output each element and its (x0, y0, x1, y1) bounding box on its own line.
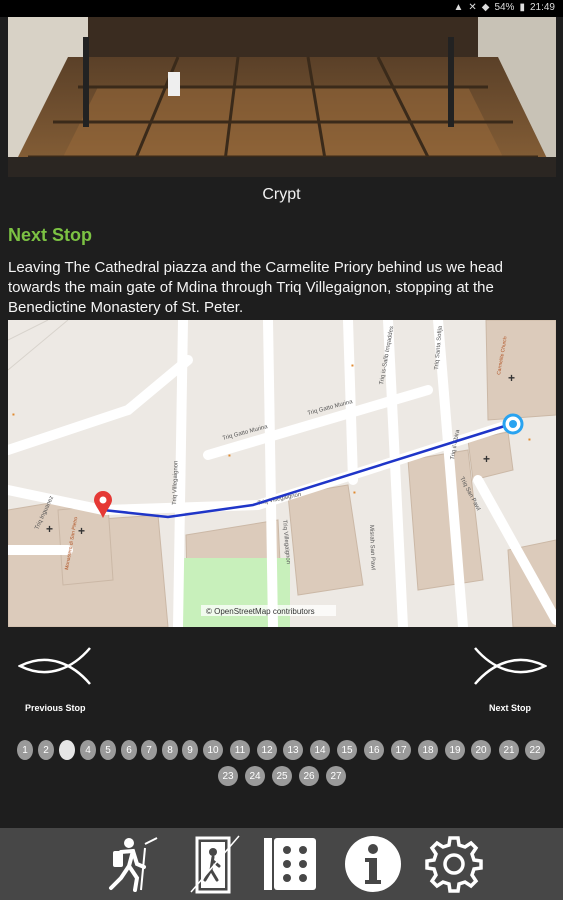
battery-icon: ▮ (519, 2, 525, 13)
stop-dot-24[interactable]: 24 (245, 766, 265, 786)
stop-dot-26[interactable]: 26 (299, 766, 319, 786)
grid-dots-icon[interactable] (259, 834, 321, 894)
stop-dot-23[interactable]: 23 (218, 766, 238, 786)
stop-dot-6[interactable]: 6 (121, 740, 137, 760)
svg-text:+: + (508, 371, 515, 385)
next-stop-heading: Next Stop (8, 225, 93, 245)
stop-dot-4[interactable]: 4 (80, 740, 96, 760)
clock: 21:49 (529, 2, 555, 13)
wifi-icon: ◆ (481, 2, 490, 13)
door-exit-icon[interactable] (182, 834, 244, 894)
previous-stop-label[interactable]: Previous Stop (25, 703, 86, 713)
stop-dot-13[interactable]: 13 (283, 740, 303, 760)
svg-text:▪: ▪ (228, 451, 231, 460)
gear-icon[interactable] (423, 834, 485, 894)
fish-left-icon (17, 647, 91, 685)
svg-text:+: + (78, 524, 85, 538)
next-stop-description: Leaving The Cathedral piazza and the Car… (8, 259, 504, 316)
stop-dot-1[interactable]: 1 (17, 740, 33, 760)
stop-dot-19[interactable]: 19 (445, 740, 465, 760)
svg-text:▪: ▪ (353, 488, 356, 497)
stop-dot-15[interactable]: 15 (337, 740, 357, 760)
signal-icon: ▲ (453, 2, 464, 13)
status-bar: ▲ ✕ ◆ 54% ▮ 21:49 (0, 0, 563, 17)
fish-right-icon (474, 647, 548, 685)
stop-dot-3[interactable] (59, 740, 75, 760)
stop-dot-8[interactable]: 8 (162, 740, 178, 760)
bottom-toolbar (0, 828, 563, 900)
stop-dot-9[interactable]: 9 (182, 740, 198, 760)
stop-dot-11[interactable]: 11 (230, 740, 250, 760)
svg-text:▪: ▪ (528, 435, 531, 444)
svg-text:▪: ▪ (351, 361, 354, 370)
stop-dot-25[interactable]: 25 (272, 766, 292, 786)
hiker-icon[interactable] (98, 834, 160, 894)
stop-dot-10[interactable]: 10 (203, 740, 223, 760)
current-location-icon[interactable] (502, 413, 524, 435)
stop-dot-21[interactable]: 21 (499, 740, 519, 760)
route-map[interactable]: Triq Gatto Murina Triq Gatto Murina Triq… (8, 320, 556, 627)
stop-dot-27[interactable]: 27 (326, 766, 346, 786)
battery-level: 54% (494, 2, 515, 13)
svg-text:▪: ▪ (12, 410, 15, 419)
stop-dot-14[interactable]: 14 (310, 740, 330, 760)
info-icon[interactable] (342, 834, 404, 894)
map-attribution: © OpenStreetMap contributors (206, 607, 315, 616)
stop-dot-22[interactable]: 22 (525, 740, 545, 760)
next-stop-label[interactable]: Next Stop (489, 703, 531, 713)
stop-dot-16[interactable]: 16 (364, 740, 384, 760)
photo-caption: Crypt (262, 186, 301, 203)
stop-dot-5[interactable]: 5 (100, 740, 116, 760)
crypt-photo (8, 17, 556, 177)
stop-dot-7[interactable]: 7 (141, 740, 157, 760)
stop-dot-17[interactable]: 17 (391, 740, 411, 760)
svg-text:+: + (483, 452, 490, 466)
stop-dot-18[interactable]: 18 (418, 740, 438, 760)
stop-dot-2[interactable]: 2 (38, 740, 54, 760)
next-stop-button[interactable] (473, 646, 548, 691)
svg-text:+: + (46, 522, 53, 536)
stop-dot-12[interactable]: 12 (257, 740, 277, 760)
mute-icon: ✕ (468, 2, 477, 13)
status-icons: ▲ ✕ ◆ 54% ▮ 21:49 (453, 2, 555, 13)
previous-stop-button[interactable] (17, 646, 92, 691)
stop-dot-20[interactable]: 20 (471, 740, 491, 760)
